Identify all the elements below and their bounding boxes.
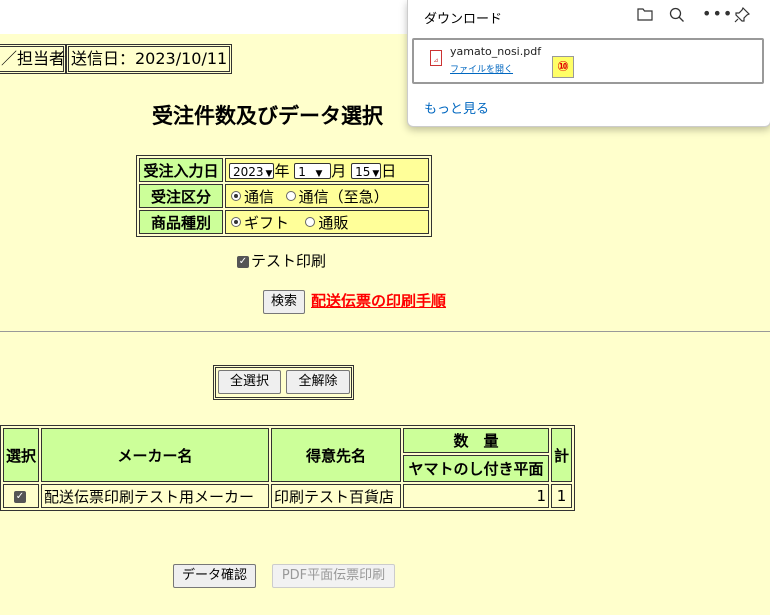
send-date-text: 送信日：2023/10/11 xyxy=(71,49,228,68)
search-button[interactable]: 検索 xyxy=(263,290,305,314)
product-type-field: ギフト 通販 xyxy=(225,210,429,234)
product-type-radio-mailorder[interactable] xyxy=(305,217,316,227)
more-options-icon[interactable]: ••• xyxy=(702,4,733,23)
year-select[interactable]: 2023 ▼ xyxy=(229,163,275,179)
header-select: 選択 xyxy=(3,428,40,482)
downloads-panel: ダウンロード ••• ⊿ yamato_nosi.pdf ファイルを開く ⑩ も… xyxy=(407,0,770,127)
row-maker: 配送伝票印刷テスト用メーカー xyxy=(41,484,270,508)
select-all-button[interactable]: 全選択 xyxy=(218,370,281,394)
order-type-opt1-label: 通信 xyxy=(244,187,275,206)
print-manual-link[interactable]: 配送伝票の印刷手順 xyxy=(311,290,446,311)
folder-icon[interactable] xyxy=(637,7,653,25)
checkmark-icon: ✓ xyxy=(14,490,26,503)
chevron-down-icon: ▼ xyxy=(372,169,380,179)
row-yamato-qty: 1 xyxy=(403,484,550,508)
test-print-label: テスト印刷 xyxy=(251,252,327,270)
results-table: 選択 メーカー名 得意先名 数 量 計 ヤマトのし付き平面 ✓ 配送伝票印刷テス… xyxy=(0,425,576,511)
header-customer: 得意先名 xyxy=(271,428,402,482)
divider xyxy=(0,331,770,332)
pin-icon[interactable] xyxy=(734,6,751,27)
header-row: 選択 メーカー名 得意先名 数 量 計 xyxy=(3,428,573,482)
day-unit: 日 xyxy=(381,161,397,180)
chevron-down-icon: ▼ xyxy=(265,169,273,179)
month-value: 1 xyxy=(298,165,306,179)
download-item[interactable]: ⊿ yamato_nosi.pdf ファイルを開く ⑩ xyxy=(412,38,764,84)
month-select[interactable]: 1 ▼ xyxy=(294,163,332,179)
order-type-label: 受注区分 xyxy=(139,184,223,208)
open-file-link[interactable]: ファイルを開く xyxy=(450,62,513,75)
row-customer: 印刷テスト百貨店 xyxy=(271,484,402,508)
page-title: 受注件数及びデータ選択 xyxy=(152,104,383,128)
year-unit: 年 xyxy=(274,161,290,180)
step-number-badge: ⑩ xyxy=(552,56,574,78)
row-select-checkbox[interactable]: ✓ xyxy=(3,484,40,508)
chevron-down-icon: ▼ xyxy=(315,169,323,179)
checkmark-icon: ✓ xyxy=(237,255,249,268)
table-row: ✓ 配送伝票印刷テスト用メーカー 印刷テスト百貨店 1 1 xyxy=(3,484,573,508)
month-unit: 月 xyxy=(331,161,347,180)
search-form: 受注入力日 2023 ▼ 年 1 ▼ 月 15 ▼ 日 受注区分 通信 通信（至急） 商品… xyxy=(136,155,432,237)
pdf-file-icon: ⊿ xyxy=(430,50,442,66)
order-type-radio-urgent[interactable] xyxy=(285,191,296,201)
pdf-print-button[interactable]: PDF平面伝票印刷 xyxy=(272,564,395,588)
product-type-opt1-label: ギフト xyxy=(244,213,290,232)
header-yamato: ヤマトのし付き平面 xyxy=(403,454,550,482)
product-type-label: 商品種別 xyxy=(139,210,223,234)
order-type-row: 受注区分 通信 通信（至急） xyxy=(139,184,429,208)
order-date-field: 2023 ▼ 年 1 ▼ 月 15 ▼ 日 xyxy=(225,158,429,182)
see-more-link[interactable]: もっと見る xyxy=(424,98,489,117)
year-value: 2023 xyxy=(233,165,264,179)
clear-all-button[interactable]: 全解除 xyxy=(286,370,350,394)
person-label: ／担当者 xyxy=(0,44,66,74)
day-select[interactable]: 15 ▼ xyxy=(351,163,382,179)
test-print-checkbox[interactable]: ✓ テスト印刷 xyxy=(237,250,326,271)
header-quantity: 数 量 xyxy=(403,428,550,453)
product-type-row: 商品種別 ギフト 通販 xyxy=(139,210,429,234)
product-type-radio-gift[interactable] xyxy=(231,217,241,227)
download-file-name: yamato_nosi.pdf xyxy=(450,45,542,58)
order-date-label: 受注入力日 xyxy=(139,158,223,182)
downloads-title: ダウンロード xyxy=(424,12,503,27)
search-icon[interactable] xyxy=(669,7,685,27)
order-type-field: 通信 通信（至急） xyxy=(225,184,429,208)
person-label-text: ／担当者 xyxy=(1,49,66,68)
order-type-radio-normal[interactable] xyxy=(231,191,241,201)
product-type-opt2-label: 通販 xyxy=(318,213,349,232)
data-confirm-button[interactable]: データ確認 xyxy=(173,564,256,588)
order-date-row: 受注入力日 2023 ▼ 年 1 ▼ 月 15 ▼ 日 xyxy=(139,158,429,182)
order-type-opt2-label: 通信（至急） xyxy=(298,187,389,206)
send-date: 送信日：2023/10/11 xyxy=(66,44,232,74)
header-total: 計 xyxy=(551,428,573,482)
day-value: 15 xyxy=(355,165,371,179)
row-total: 1 xyxy=(551,484,573,508)
header-maker: メーカー名 xyxy=(41,428,270,482)
